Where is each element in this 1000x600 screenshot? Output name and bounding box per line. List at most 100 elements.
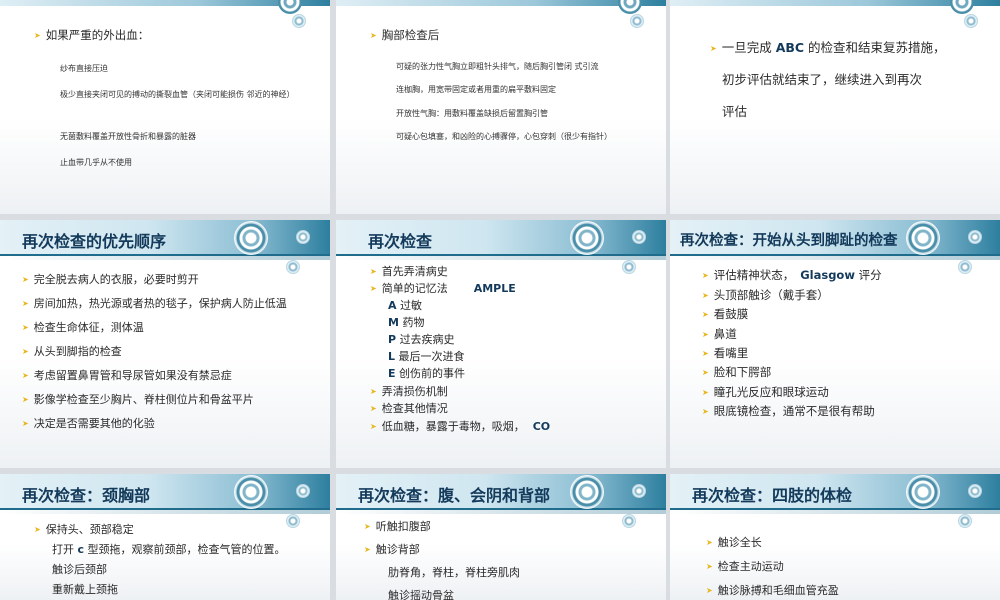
bullet-icon: ➤ [22,347,29,356]
bullet-text: 完全脱去病人的衣服，必要时剪开 [33,273,199,286]
slide-header-strip [336,0,666,6]
bullet-text: 眼底镜检查，通常不是很有帮助 [713,404,875,418]
sub-item: 可疑心包填塞，和凶险的心搏骤停，心包穿刺（很少有指针） [396,132,612,141]
bullet-text: 检查主动运动 [717,560,784,573]
bullet-text: 触诊脉搏和毛细血管充盈 [717,584,839,597]
text-segment: 的检查和结束复苏措施， [804,40,946,55]
bullet-icon: ➤ [370,267,377,276]
bullet-icon: ➤ [702,310,709,319]
bullet-icon: ➤ [706,538,713,547]
bullet-text: 看鼓膜 [713,307,749,321]
ring-decoration-icon [632,230,646,244]
slide-secondary-priority: 再次检查的优先顺序 ➤ 完全脱去病人的衣服，必要时剪开 ➤ 房间加热，热光源或者热的… [0,220,330,468]
sub-item: 可疑的张力性气胸立即粗针头排气，随后胸引管闭 式引流 [396,62,599,71]
mnemonic-letter: M [388,316,399,329]
bullet-icon: ➤ [22,275,29,284]
mnemonic-text: 创伤前的事件 [399,367,466,380]
slide-head-to-toe: 再次检查：开始从头到脚趾的检查 ➤ 评估精神状态， Glasgow 评分 ➤ 头顶部触… [670,220,1000,468]
bullet-icon: ➤ [706,586,713,595]
glasgow-label: Glasgow [800,268,855,282]
bullet-text: 弄清损伤机制 [381,385,448,398]
mnemonic-row: E 创伤前的事件 [388,366,465,382]
ring-decoration-icon [958,514,972,528]
sub-item: 重新戴上颈拖 [52,583,118,596]
text-segment: 一旦完成 [721,40,776,55]
bullet-text: 决定是否需要其他的化验 [33,417,155,430]
slide-secondary-history: 再次检查 ➤ 首先弄清病史 ➤ 简单的记忆法 AMPLE A 过敏 M 药物 P 过去… [336,220,666,468]
bullet-icon: ➤ [34,31,41,40]
mnemonic-row: M 药物 [388,315,424,331]
slide-title: 再次检查：开始从头到脚趾的检查 [680,233,898,249]
ring-decoration-icon [570,221,604,255]
bullet-text: 触诊背部 [375,543,420,556]
sub-item: 肋脊角，脊柱，脊柱旁肌肉 [388,566,520,579]
text-segment: 型颈拖，观察前颈部，检查气管的位置。 [84,543,286,556]
mnemonic-text: 过敏 [400,299,423,312]
text-line: 初步评估就结束了，继续进入到再次 [722,72,923,87]
bullet-icon: ➤ [702,330,709,339]
bullet-text: 头顶部触诊（戴手套） [713,288,829,302]
title-bar: 再次检查：四肢的体检 [670,474,1000,514]
bullet-text: 看嘴里 [713,346,749,360]
bullet-icon: ➤ [364,522,371,531]
bullet-text: 保持头、颈部稳定 [45,523,134,536]
bullet-icon: ➤ [370,387,377,396]
bullet-icon: ➤ [22,323,29,332]
ring-decoration-icon [968,484,982,498]
bullet-icon: ➤ [364,545,371,554]
bullet-icon: ➤ [702,291,709,300]
bullet-text: 检查其他情况 [381,402,448,415]
bullet-icon: ➤ [370,404,377,413]
mnemonic-letter: A [388,299,397,312]
mnemonic-letter: E [388,367,396,380]
mnemonic-letter: L [388,350,396,363]
slide-chest-management: ➤ 胸部检查后 可疑的张力性气胸立即粗针头排气，随后胸引管闭 式引流 连枷胸，用宽… [336,0,666,214]
ring-decoration-icon [296,484,310,498]
bullet-text: 瞳孔光反应和眼球运动 [713,385,829,399]
title-bar: 再次检查：颈胸部 [0,474,330,514]
bullet-text: 评分 [854,268,882,282]
bullet-text: 检查生命体征，测体温 [33,321,144,334]
ring-decoration-icon [958,260,972,274]
ring-decoration-icon [964,14,978,28]
ample-label: AMPLE [473,282,516,295]
title-bar: 再次检查 [336,220,666,260]
bullet-icon: ➤ [22,419,29,428]
slide-primary-survey-end: ➤ 一旦完成 ABC 的检查和结束复苏措施， 初步评估就结束了，继续进入到再次 评… [670,0,1000,214]
bullet-icon: ➤ [22,371,29,380]
bullet-icon: ➤ [702,388,709,397]
bullet-text: 胸部检查后 [381,28,440,42]
mnemonic-text: 药物 [402,316,425,329]
bullet-icon: ➤ [22,299,29,308]
mnemonic-text: 最后一次进食 [398,350,465,363]
mnemonic-text: 过去疾病史 [399,333,455,346]
slide-title: 再次检查：颈胸部 [22,486,151,505]
ring-decoration-icon [278,0,302,14]
mnemonic-row: L 最后一次进食 [388,349,465,365]
ring-decoration-icon [906,475,940,509]
bullet-icon: ➤ [702,271,709,280]
bullet-icon: ➤ [702,368,709,377]
sub-item: 极少直接夹闭可见的搏动的撕裂血管（夹闭可能损伤 邻近的神经） [60,90,295,99]
bullet-icon: ➤ [370,284,377,293]
ring-decoration-icon [286,260,300,274]
slide-neck-chest: 再次检查：颈胸部 ➤ 保持头、颈部稳定 打开 c 型颈拖，观察前颈部，检查气管的位… [0,474,330,600]
bullet-text: 评估精神状态， [713,268,795,282]
title-bar: 再次检查：开始从头到脚趾的检查 [670,220,1000,260]
ring-decoration-icon [906,221,940,255]
bullet-icon: ➤ [370,31,377,40]
bullet-icon: ➤ [34,525,41,534]
bullet-text: 如果严重的外出血： [45,28,150,42]
ring-decoration-icon [286,514,300,528]
sub-item: 连枷胸，用宽带固定或者用重的扁平敷料固定 [396,85,556,94]
co-label: CO [532,420,551,433]
ring-decoration-icon [622,514,636,528]
ring-decoration-icon [234,475,268,509]
mnemonic-row: A 过敏 [388,298,422,314]
bullet-text: 脸和下腭部 [713,365,772,379]
slide-abdomen-back: 再次检查：腹、会阴和背部 ➤ 听触扣腹部 ➤ 触诊背部 肋脊角，脊柱，脊柱旁肌肉 触… [336,474,666,600]
text-segment: 打开 [52,543,78,556]
slide-title: 再次检查的优先顺序 [22,232,167,251]
mnemonic-letter: P [388,333,397,346]
mnemonic-row: P 过去疾病史 [388,332,455,348]
